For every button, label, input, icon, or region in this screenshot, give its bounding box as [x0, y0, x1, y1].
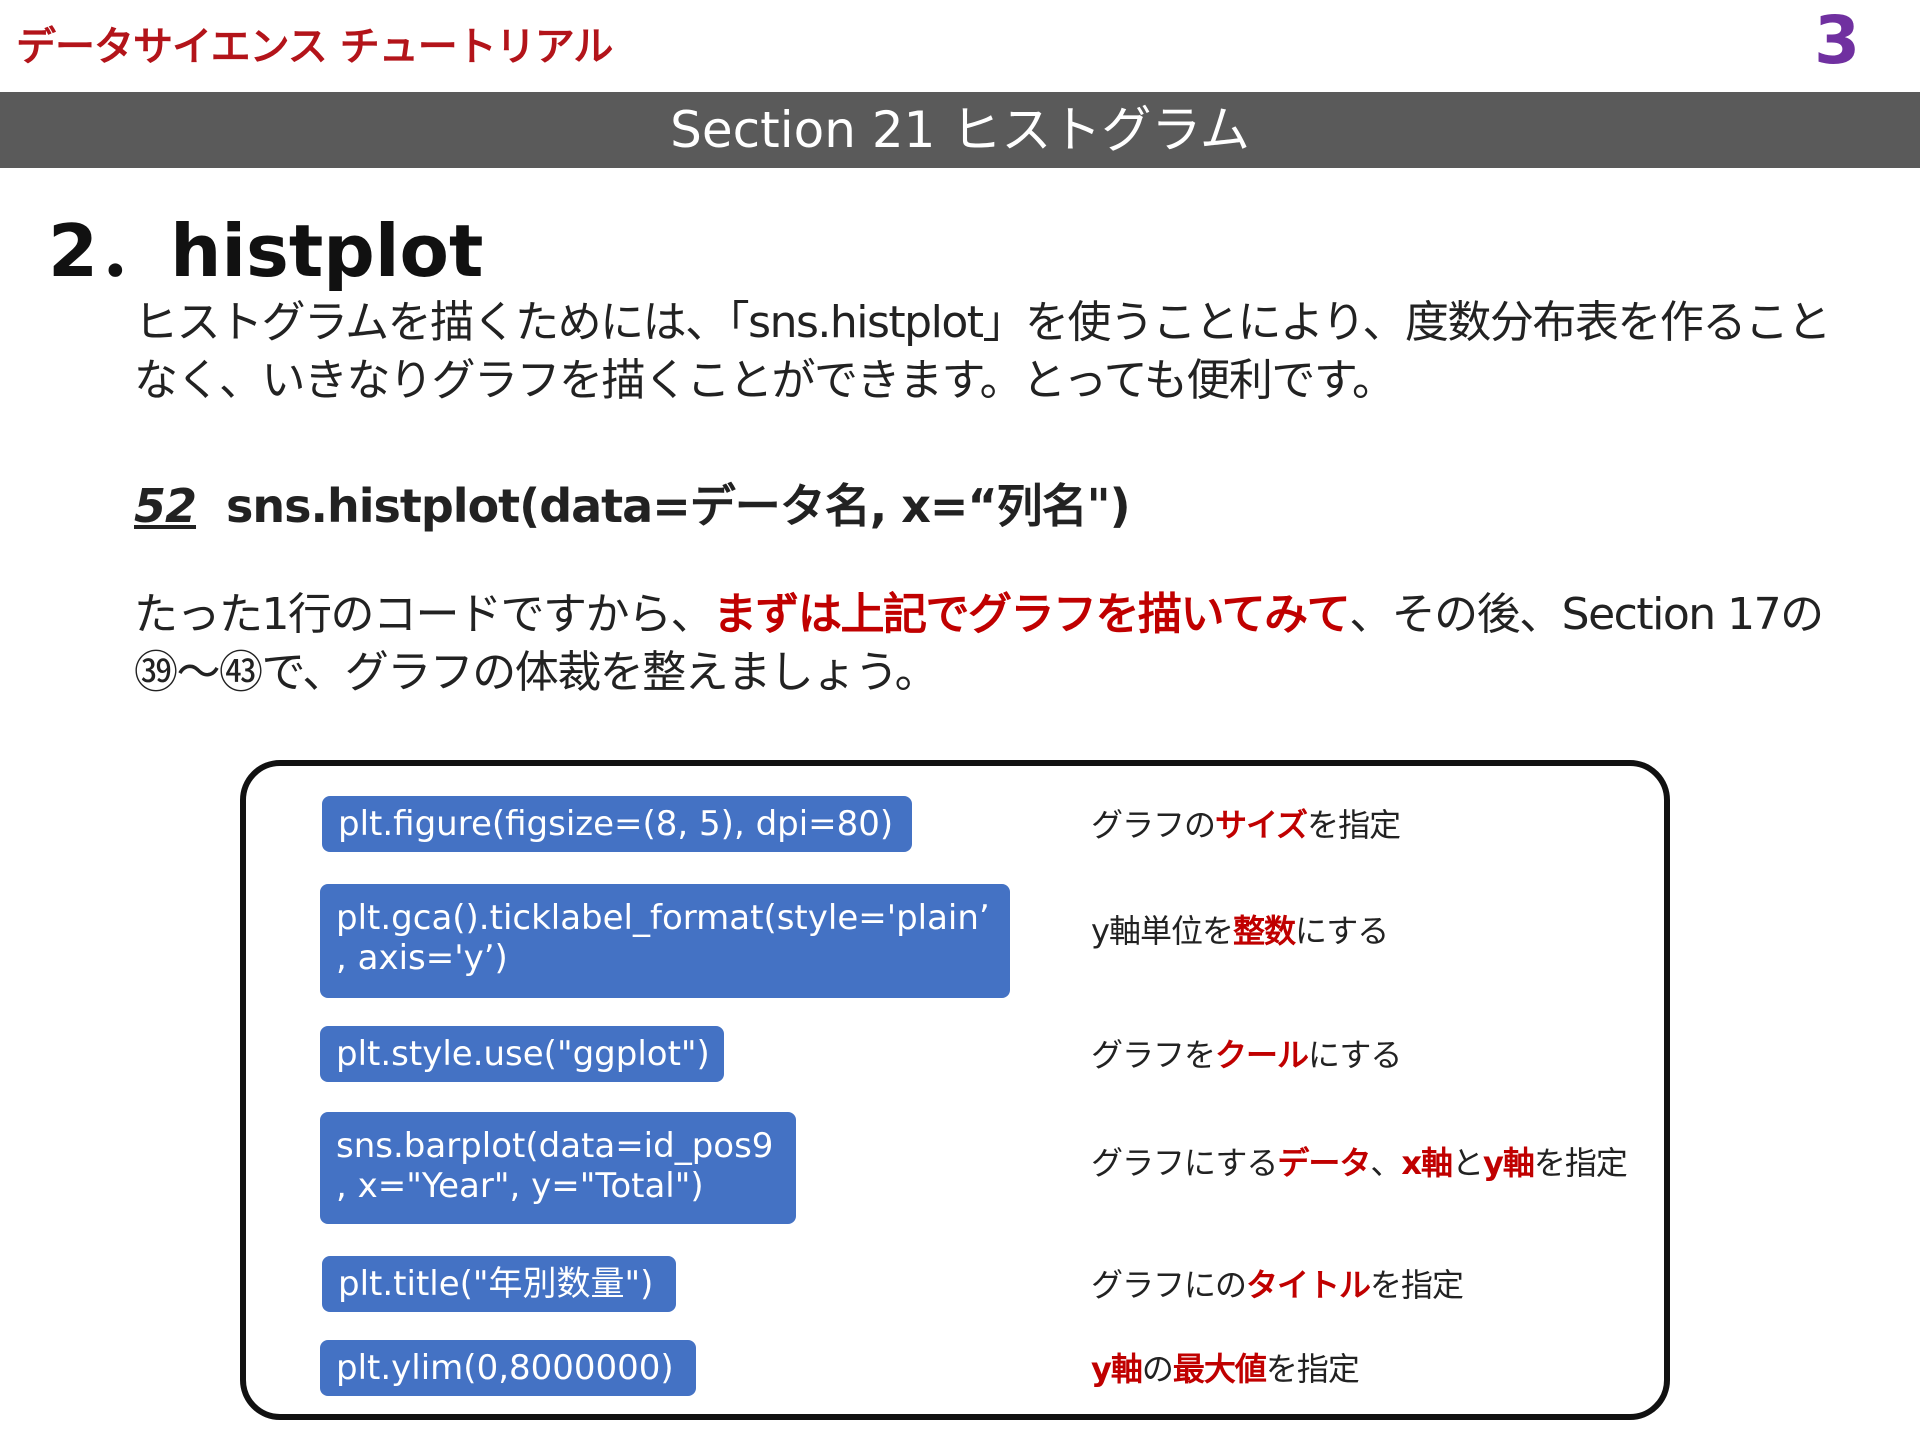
- slide-page: データサイエンス チュートリアル 3 Section 21 ヒストグラム 2．h…: [0, 0, 1920, 1440]
- desc-emphasis: y軸: [1483, 1144, 1535, 1182]
- desc-emphasis: データ: [1277, 1144, 1371, 1182]
- desc-step-style: グラフをクールにする: [1091, 1030, 1402, 1076]
- code-line: plt.ylim(0,8000000): [336, 1348, 674, 1388]
- code-step-title[interactable]: plt.title("年別数量"): [322, 1256, 676, 1312]
- page-number: 3: [1814, 2, 1860, 79]
- desc-emphasis: クール: [1215, 1036, 1309, 1074]
- desc-text: を指定: [1370, 1266, 1464, 1304]
- desc-text: y軸単位を: [1091, 912, 1234, 950]
- code-step-barplot[interactable]: sns.barplot(data=id_pos9 , x="Year", y="…: [320, 1112, 796, 1224]
- code-steps-panel: plt.figure(figsize=(8, 5), dpi=80) グラフのサ…: [240, 760, 1670, 1420]
- desc-text: を指定: [1307, 806, 1401, 844]
- desc-emphasis: 整数: [1232, 912, 1296, 950]
- syntax-number: 52: [134, 479, 197, 533]
- desc-text: グラフにする: [1091, 1144, 1278, 1182]
- brand-title: データサイエンス チュートリアル: [16, 24, 613, 70]
- code-step-style[interactable]: plt.style.use("ggplot"): [320, 1026, 724, 1082]
- desc-emphasis: y軸: [1091, 1350, 1143, 1388]
- desc-step-figure: グラフのサイズを指定: [1091, 800, 1401, 846]
- desc-text: を指定: [1265, 1350, 1360, 1388]
- code-line: plt.title("年別数量"): [338, 1264, 654, 1304]
- desc-text: にする: [1294, 912, 1389, 950]
- code-line: , x="Year", y="Total"): [336, 1166, 704, 1206]
- page-title: 2．histplot: [48, 209, 484, 293]
- desc-text: にする: [1308, 1036, 1402, 1074]
- code-step-ticklabel[interactable]: plt.gca().ticklabel_format(style='plain’…: [320, 884, 1010, 998]
- code-step-figure[interactable]: plt.figure(figsize=(8, 5), dpi=80): [322, 796, 912, 852]
- section-banner: Section 21 ヒストグラム: [0, 92, 1920, 168]
- code-line: sns.barplot(data=id_pos9: [336, 1126, 774, 1166]
- syntax-line: 52 sns.histplot(data=データ名, x=“列名"): [134, 470, 1131, 536]
- intro-paragraph: ヒストグラムを描くためには、「sns.histplot」を使うことにより、度数分…: [134, 297, 1831, 406]
- desc-text: と: [1452, 1144, 1484, 1182]
- desc-emphasis: 最大値: [1172, 1350, 1267, 1388]
- code-line: plt.style.use("ggplot"): [336, 1034, 710, 1074]
- desc-text: グラフの: [1091, 806, 1216, 844]
- desc-emphasis: タイトル: [1246, 1266, 1371, 1304]
- desc-step-ylim: y軸の最大値を指定: [1091, 1344, 1360, 1390]
- desc-step-ticklabel: y軸単位を整数にする: [1091, 906, 1389, 952]
- advice-emphasis: まずは上記でグラフを描いてみて: [713, 589, 1351, 640]
- code-line: , axis='y’): [336, 938, 508, 978]
- syntax-code: sns.histplot(data=データ名, x=“列名"): [226, 479, 1131, 533]
- advice-before: たった1行のコードですから、: [134, 589, 715, 640]
- desc-text: グラフを: [1091, 1036, 1216, 1074]
- code-line: plt.figure(figsize=(8, 5), dpi=80): [338, 804, 894, 844]
- desc-text: の: [1141, 1350, 1174, 1388]
- code-line: plt.gca().ticklabel_format(style='plain’: [336, 898, 990, 938]
- desc-text: を指定: [1533, 1144, 1628, 1182]
- desc-text: グラフにの: [1091, 1266, 1247, 1304]
- desc-step-barplot: グラフにするデータ、x軸とy軸を指定: [1091, 1138, 1628, 1184]
- desc-text: 、: [1370, 1144, 1402, 1182]
- code-step-ylim[interactable]: plt.ylim(0,8000000): [320, 1340, 696, 1396]
- desc-emphasis: x軸: [1401, 1144, 1453, 1182]
- advice-paragraph: たった1行のコードですから、まずは上記でグラフを描いてみて、その後、Sectio…: [134, 586, 1834, 702]
- desc-step-title: グラフにのタイトルを指定: [1091, 1260, 1464, 1306]
- desc-emphasis: サイズ: [1215, 806, 1308, 844]
